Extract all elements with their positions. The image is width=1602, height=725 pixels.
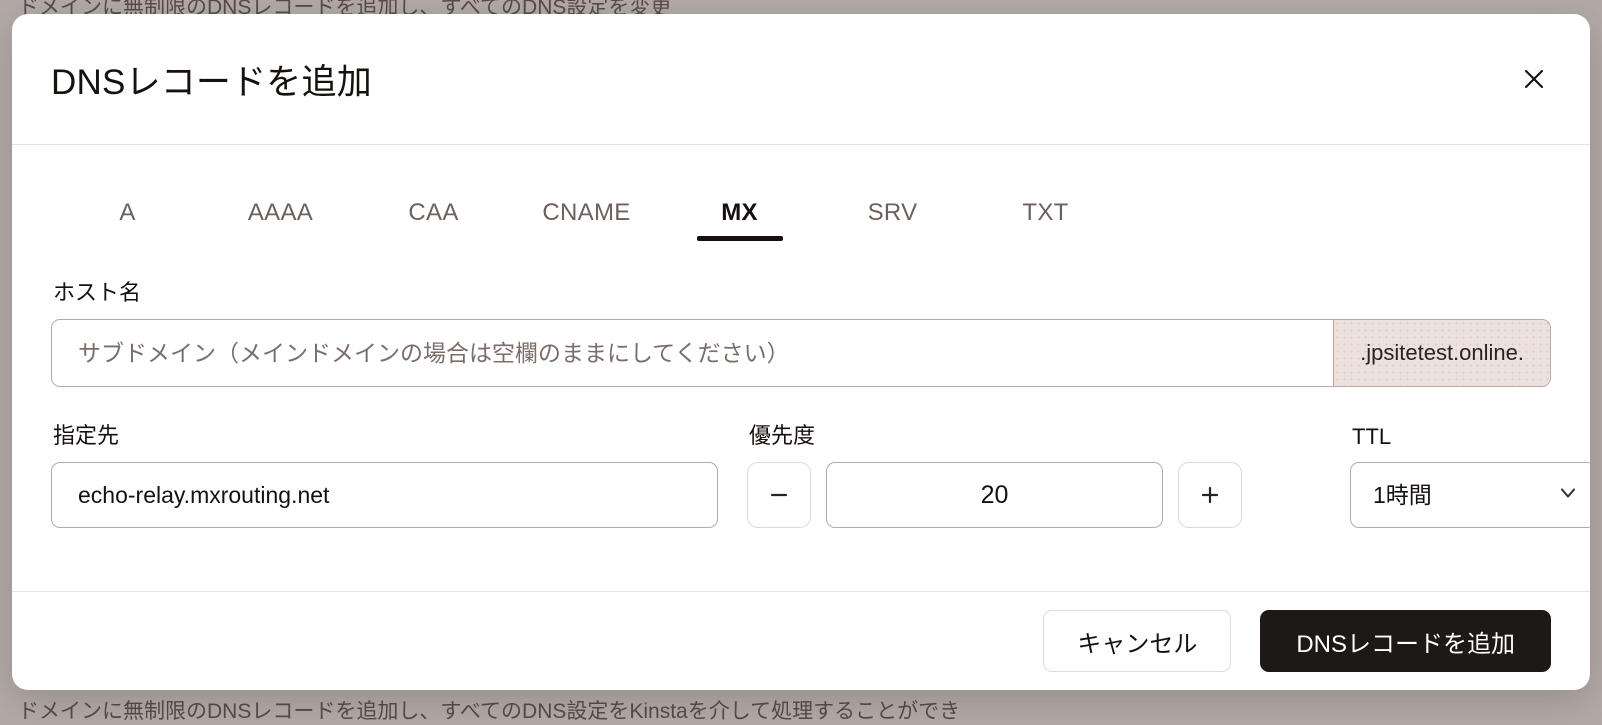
hostname-label: ホスト名 <box>53 280 142 305</box>
tab-caa[interactable]: CAA <box>357 199 510 241</box>
tab-srv[interactable]: SRV <box>816 199 969 241</box>
ttl-select[interactable]: 1時間 <box>1350 462 1590 528</box>
modal-header: DNSレコードを追加 <box>12 14 1590 145</box>
add-dns-record-modal: DNSレコードを追加 A AAAA CAA CNAME MX SRV TXT ホ… <box>12 14 1590 690</box>
tab-aaaa[interactable]: AAAA <box>204 199 357 241</box>
priority-label: 優先度 <box>749 423 816 448</box>
plus-icon <box>1199 484 1221 506</box>
tab-txt[interactable]: TXT <box>969 199 1122 241</box>
target-field-group: 指定先 <box>51 418 718 528</box>
close-button[interactable] <box>1516 61 1552 97</box>
add-dns-record-button[interactable]: DNSレコードを追加 <box>1260 610 1551 672</box>
tab-a[interactable]: A <box>51 199 204 241</box>
domain-suffix-badge: .jpsitetest.online. <box>1333 320 1550 386</box>
ttl-label: TTL <box>1352 424 1392 449</box>
priority-input[interactable] <box>826 462 1163 528</box>
tab-mx[interactable]: MX <box>663 199 816 241</box>
record-type-tabs: A AAAA CAA CNAME MX SRV TXT <box>51 145 1551 241</box>
hostname-field-group: ホスト名 .jpsitetest.online. <box>51 275 1551 387</box>
close-icon <box>1523 68 1545 90</box>
priority-stepper <box>747 462 1242 528</box>
hostname-input[interactable] <box>52 320 1334 386</box>
modal-body: A AAAA CAA CNAME MX SRV TXT ホスト名 .jpsite… <box>12 145 1590 591</box>
tab-cname[interactable]: CNAME <box>510 199 663 241</box>
target-label: 指定先 <box>53 423 120 448</box>
modal-footer: キャンセル DNSレコードを追加 <box>12 591 1590 690</box>
record-details-row: 指定先 優先度 <box>51 418 1590 528</box>
priority-decrement-button[interactable] <box>747 462 811 528</box>
page-title: DNSレコードを追加 <box>51 62 372 102</box>
background-text-bottom: ドメインに無制限のDNSレコードを追加し、すべてのDNS設定をKinstaを介し… <box>18 700 961 723</box>
priority-increment-button[interactable] <box>1178 462 1242 528</box>
minus-icon <box>768 484 790 506</box>
target-input[interactable] <box>51 462 718 528</box>
hostname-input-wrapper: .jpsitetest.online. <box>51 319 1551 387</box>
cancel-button[interactable]: キャンセル <box>1043 610 1232 672</box>
ttl-select-wrapper: 1時間 <box>1350 462 1590 528</box>
priority-field-group: 優先度 <box>747 418 1242 528</box>
ttl-field-group: TTL 1時間 <box>1350 424 1590 528</box>
